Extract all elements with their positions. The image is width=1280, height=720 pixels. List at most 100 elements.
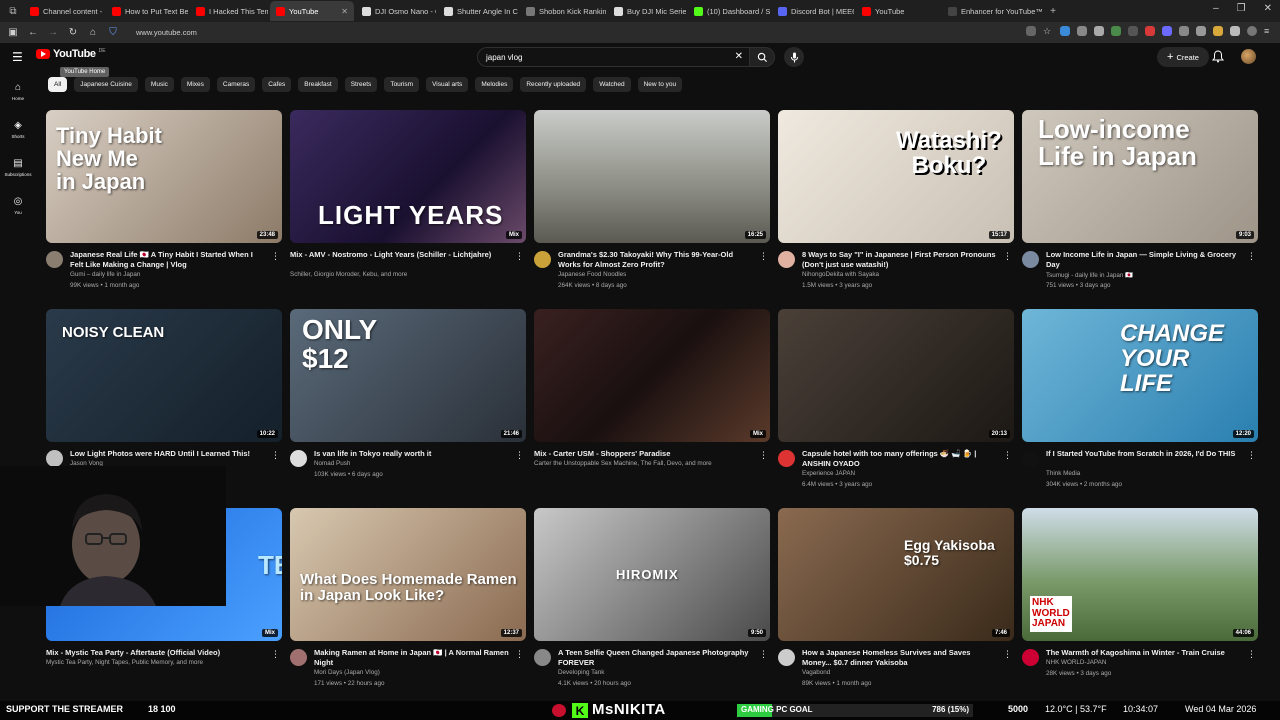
video-title[interactable]: Capsule hotel with too many offerings 🍜 … bbox=[802, 449, 1000, 469]
browser-tab[interactable]: YouTube bbox=[856, 1, 940, 21]
video-thumbnail[interactable]: 16:25 bbox=[534, 110, 770, 243]
browser-tab[interactable]: Shutter Angle In Cin bbox=[438, 1, 518, 21]
tab-actions-icon[interactable]: ⧉ bbox=[4, 2, 22, 20]
channel-name[interactable]: Think Media bbox=[1046, 470, 1244, 477]
minimize-icon[interactable]: – bbox=[1213, 3, 1219, 14]
filter-chip[interactable]: Music bbox=[144, 77, 174, 92]
more-actions-icon[interactable]: ⋮ bbox=[515, 450, 524, 461]
filter-chip[interactable]: New to you bbox=[637, 77, 683, 92]
video-title[interactable]: Low Light Photos were HARD Until I Learn… bbox=[70, 449, 268, 459]
filter-chip[interactable]: Recently uploaded bbox=[520, 77, 587, 92]
hamburger-menu-icon[interactable]: ☰ bbox=[12, 50, 23, 64]
browser-tab[interactable]: I Hacked This Temu bbox=[190, 1, 268, 21]
filter-chip[interactable]: Streets bbox=[344, 77, 378, 92]
extension-icon[interactable] bbox=[1213, 26, 1223, 36]
channel-name[interactable]: Mystic Tea Party, Night Tapes, Public Me… bbox=[46, 659, 244, 666]
channel-avatar[interactable] bbox=[534, 251, 551, 268]
filter-chip[interactable]: All bbox=[48, 77, 68, 92]
video-thumbnail[interactable]: Tiny Habit New Me in Japan 23:48 bbox=[46, 110, 282, 243]
extension-icon[interactable] bbox=[1077, 26, 1087, 36]
more-actions-icon[interactable]: ⋮ bbox=[271, 251, 280, 262]
more-actions-icon[interactable]: ⋮ bbox=[1247, 251, 1256, 262]
video-title[interactable]: Mix - Mystic Tea Party - Aftertaste (Off… bbox=[46, 648, 268, 658]
new-tab-button[interactable]: + bbox=[1044, 2, 1062, 20]
forward-icon[interactable]: → bbox=[46, 27, 60, 38]
browser-tab[interactable]: Channel content - Y bbox=[24, 1, 104, 21]
video-title[interactable]: 8 Ways to Say "I" in Japanese | First Pe… bbox=[802, 250, 1000, 270]
channel-avatar[interactable] bbox=[778, 649, 795, 666]
channel-avatar[interactable] bbox=[290, 649, 307, 666]
browser-tab[interactable]: Shobon Kick Ranking bbox=[520, 1, 606, 21]
extension-icon[interactable] bbox=[1094, 26, 1104, 36]
filter-chip[interactable]: Cameras bbox=[216, 77, 256, 92]
video-card[interactable]: Tiny Habit New Me in Japan 23:48 Japanese … bbox=[46, 110, 282, 309]
channel-avatar[interactable] bbox=[778, 251, 795, 268]
channel-avatar[interactable] bbox=[46, 450, 63, 467]
more-actions-icon[interactable]: ⋮ bbox=[515, 251, 524, 262]
video-card[interactable]: NHK WORLD JAPAN 44:06 The Warmth of Kagosh… bbox=[1022, 508, 1258, 707]
browser-tab[interactable]: DJI Osmo Nano - Gi bbox=[356, 1, 436, 21]
restore-icon[interactable]: ❐ bbox=[1237, 3, 1246, 14]
browser-tab[interactable]: How to Put Text Beh bbox=[106, 1, 188, 21]
video-thumbnail[interactable]: LIGHT YEARS Mix bbox=[290, 110, 526, 243]
sidebar-toggle-icon[interactable]: ▣ bbox=[6, 27, 20, 38]
sidebar-item-subscriptions[interactable]: ▤ Subscriptions bbox=[0, 148, 36, 186]
video-card[interactable]: Mix Mix - Carter USM - Shoppers' Paradise… bbox=[534, 309, 770, 508]
more-actions-icon[interactable]: ⋮ bbox=[1003, 450, 1012, 461]
bookmark-star-icon[interactable]: ☆ bbox=[1043, 26, 1053, 36]
channel-avatar[interactable] bbox=[1022, 251, 1039, 268]
video-title[interactable]: A Teen Selfie Queen Changed Japanese Pho… bbox=[558, 648, 756, 668]
extension-icon[interactable] bbox=[1145, 26, 1155, 36]
channel-name[interactable]: Carter the Unstoppable Sex Machine, The … bbox=[534, 460, 732, 467]
video-card[interactable]: 16:25 Grandma's $2.30 Takoyaki! Why This … bbox=[534, 110, 770, 309]
youtube-logo[interactable]: YouTube DE bbox=[36, 48, 106, 60]
more-actions-icon[interactable]: ⋮ bbox=[515, 649, 524, 660]
video-thumbnail[interactable]: HIROMIX 9:50 bbox=[534, 508, 770, 641]
video-title[interactable]: Mix - Carter USM - Shoppers' Paradise bbox=[534, 449, 756, 459]
sidebar-item-shorts[interactable]: ◈ Shorts bbox=[0, 110, 36, 148]
video-thumbnail[interactable]: Mix bbox=[534, 309, 770, 442]
channel-avatar[interactable] bbox=[46, 251, 63, 268]
channel-avatar[interactable] bbox=[534, 649, 551, 666]
search-button[interactable] bbox=[749, 47, 775, 67]
video-thumbnail[interactable]: CHANGE YOUR LIFE 12:20 bbox=[1022, 309, 1258, 442]
browser-tab[interactable]: Enhancer for YouTube™ bbox=[942, 1, 1042, 21]
video-title[interactable]: How a Japanese Homeless Survives and Sav… bbox=[802, 648, 1000, 668]
channel-name[interactable]: Gumi – daily life in Japan bbox=[70, 271, 268, 278]
video-title[interactable]: Mix - AMV - Nostromo - Light Years (Schi… bbox=[290, 250, 512, 260]
channel-name[interactable]: Tsumugi - daily life in Japan 🇯🇵 bbox=[1046, 271, 1244, 279]
more-actions-icon[interactable]: ⋮ bbox=[1003, 251, 1012, 262]
video-card[interactable]: LIGHT YEARS Mix Mix - AMV - Nostromo - Lig… bbox=[290, 110, 526, 309]
video-title[interactable]: Grandma's $2.30 Takoyaki! Why This 99-Ye… bbox=[558, 250, 756, 270]
video-title[interactable]: Making Ramen at Home in Japan 🇯🇵 | A Nor… bbox=[314, 648, 512, 668]
profile-icon[interactable] bbox=[1247, 26, 1257, 36]
channel-name[interactable]: Japanese Food Noodles bbox=[558, 271, 756, 278]
close-window-icon[interactable]: ✕ bbox=[1264, 3, 1272, 14]
notifications-bell-icon[interactable] bbox=[1212, 50, 1224, 68]
home-icon[interactable]: ⌂ bbox=[86, 27, 100, 38]
channel-name[interactable]: NihongoDekita with Sayaka bbox=[802, 271, 1000, 278]
extension-icon[interactable] bbox=[1060, 26, 1070, 36]
filter-chip[interactable]: Cafes bbox=[262, 77, 292, 92]
browser-tab[interactable]: Buy DJI Mic Series C bbox=[608, 1, 686, 21]
channel-name[interactable]: Schiller, Giorgio Moroder, Kebu, and mor… bbox=[290, 271, 488, 278]
video-thumbnail[interactable]: Egg Yakisoba $0.75 7:46 bbox=[778, 508, 1014, 641]
channel-name[interactable]: Mori Days (Japan Vlog) bbox=[314, 669, 512, 676]
video-card[interactable]: What Does Homemade Ramen in Japan Look L… bbox=[290, 508, 526, 707]
video-thumbnail[interactable]: NOISY CLEAN 10:22 bbox=[46, 309, 282, 442]
url-field[interactable]: www.youtube.com bbox=[136, 28, 197, 37]
video-card[interactable]: Egg Yakisoba $0.75 7:46 How a Japanese Hom… bbox=[778, 508, 1014, 707]
filter-chip[interactable]: Watched bbox=[593, 77, 631, 92]
account-avatar[interactable] bbox=[1241, 49, 1256, 64]
video-card[interactable]: CHANGE YOUR LIFE 12:20 If I Started YouTub… bbox=[1022, 309, 1258, 508]
more-actions-icon[interactable]: ⋮ bbox=[759, 649, 768, 660]
more-actions-icon[interactable]: ⋮ bbox=[271, 649, 280, 660]
more-actions-icon[interactable]: ⋮ bbox=[1003, 649, 1012, 660]
video-card[interactable]: Low-income Life in Japan 9:03 Low Income L… bbox=[1022, 110, 1258, 309]
video-card[interactable]: ONLY $12 21:46 Is van life in Tokyo really… bbox=[290, 309, 526, 508]
more-actions-icon[interactable]: ⋮ bbox=[1247, 450, 1256, 461]
filter-chip[interactable]: Mixes bbox=[180, 77, 210, 92]
channel-name[interactable]: Experience JAPAN bbox=[802, 470, 1000, 477]
extension-icon[interactable] bbox=[1128, 26, 1138, 36]
video-title[interactable]: Japanese Real Life 🇯🇵 A Tiny Habit I Sta… bbox=[70, 250, 268, 270]
